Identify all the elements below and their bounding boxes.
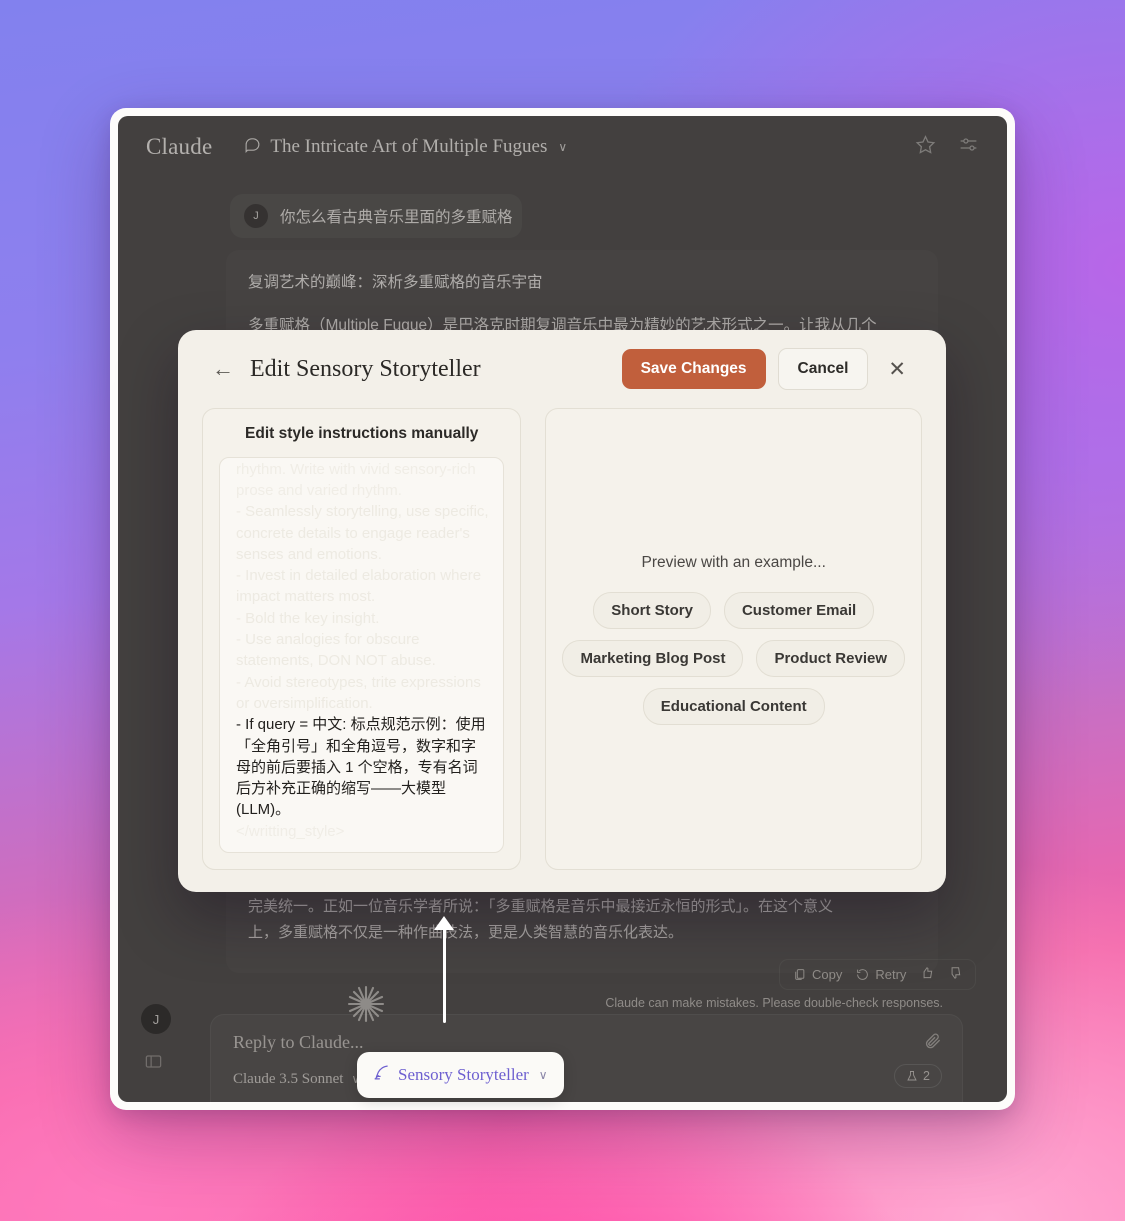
- style-pill-label: Sensory Storyteller: [398, 1065, 529, 1084]
- example-chip-marketing-blog-post[interactable]: Marketing Blog Post: [562, 639, 744, 677]
- preview-label: Preview with an example...: [641, 553, 826, 571]
- edit-style-modal: ← Edit Sensory Storyteller Save Changes …: [178, 330, 946, 892]
- editor-ghost-line: - Invest in detailed elaboration where i…: [236, 567, 482, 606]
- preview-pane: Preview with an example... Short Story C…: [545, 408, 922, 870]
- chip-row: Educational Content: [642, 687, 825, 725]
- style-editor-pane: Edit style instructions manually rhythm.…: [202, 408, 522, 870]
- editor-ghost-line: - Seamlessly storytelling, use specific,…: [236, 503, 489, 563]
- example-chip-product-review[interactable]: Product Review: [756, 639, 905, 677]
- modal-header: ← Edit Sensory Storyteller Save Changes …: [202, 330, 922, 408]
- chevron-down-icon: ∨: [538, 1068, 548, 1082]
- save-changes-button[interactable]: Save Changes: [621, 349, 766, 389]
- back-arrow-icon[interactable]: ←: [212, 358, 234, 380]
- editor-ghost-top: rhythm. Write with vivid sensory-rich pr…: [236, 460, 476, 499]
- chip-row: Short Story Customer Email: [593, 591, 875, 629]
- modal-header-actions: Save Changes Cancel ✕: [621, 348, 912, 390]
- example-chip-customer-email[interactable]: Customer Email: [723, 591, 875, 629]
- example-chip-short-story[interactable]: Short Story: [593, 591, 711, 629]
- modal-title: Edit Sensory Storyteller: [250, 355, 481, 382]
- quill-icon: [373, 1064, 390, 1086]
- close-icon[interactable]: ✕: [882, 355, 912, 384]
- annotation-arrow-line: [443, 925, 446, 1023]
- example-chip-educational-content[interactable]: Educational Content: [642, 687, 825, 725]
- style-instructions-textarea[interactable]: rhythm. Write with vivid sensory-rich pr…: [219, 457, 505, 853]
- cancel-button[interactable]: Cancel: [777, 348, 869, 390]
- editor-pane-title: Edit style instructions manually: [245, 425, 479, 442]
- modal-body: Edit style instructions manually rhythm.…: [202, 408, 922, 870]
- style-selector-pill[interactable]: Sensory Storyteller ∨: [357, 1052, 564, 1098]
- chip-row: Marketing Blog Post Product Review: [562, 639, 905, 677]
- preview-example-chips: Short Story Customer Email Marketing Blo…: [562, 591, 905, 725]
- editor-closing-tag: </writting_style>: [236, 822, 345, 840]
- editor-ghost-line: - Avoid stereotypes, trite expressions o…: [236, 673, 481, 712]
- editor-ghost-line: - Use analogies for obscure statements, …: [236, 631, 436, 670]
- editor-ghost-line: - Bold the key insight.: [236, 609, 380, 627]
- editor-active-line: - If query = 中文: 标点规范示例：使用「全角引号」和全角逗号，数字…: [236, 716, 486, 819]
